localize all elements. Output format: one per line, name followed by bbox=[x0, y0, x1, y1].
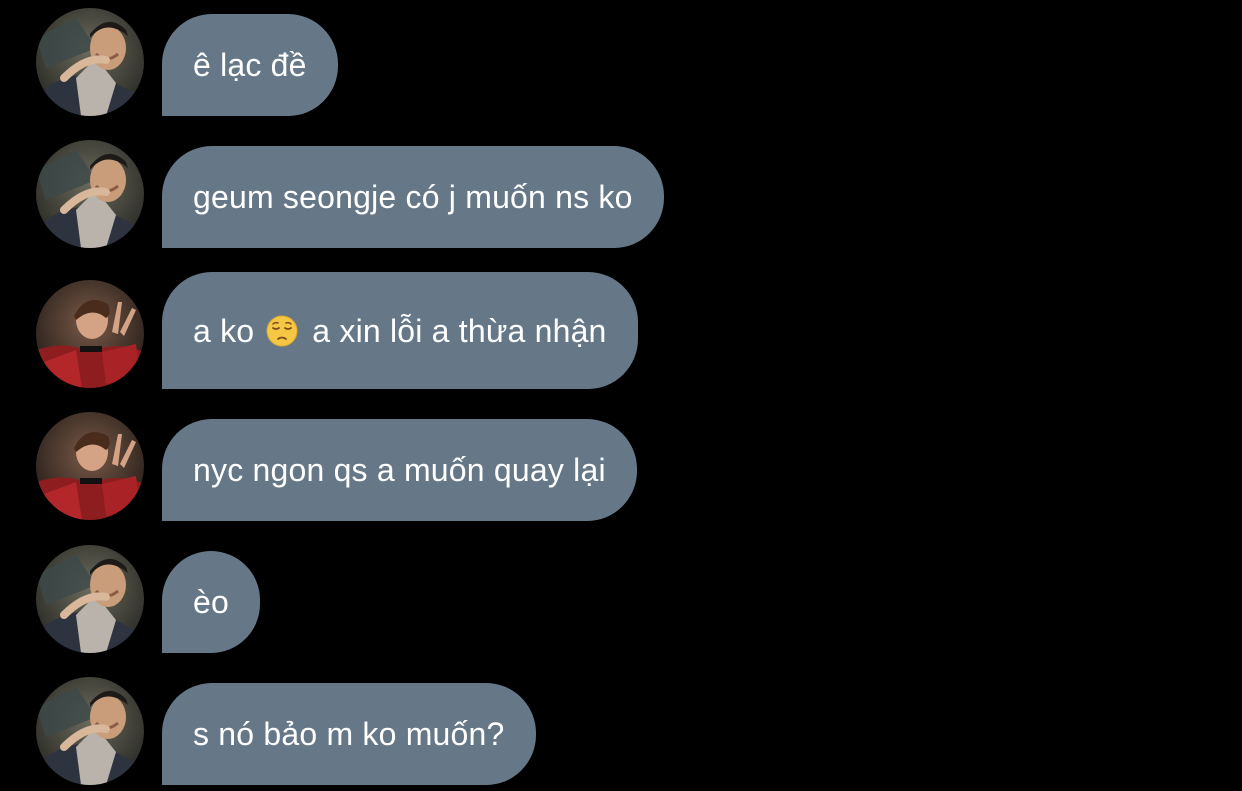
message-bubble[interactable]: nyc ngon qs a muốn quay lại bbox=[162, 419, 637, 521]
message-text-before: a ko bbox=[193, 312, 255, 349]
message-text: s nó bảo m ko muốn? bbox=[193, 716, 505, 752]
avatar[interactable] bbox=[36, 545, 144, 653]
message-bubble[interactable]: èo bbox=[162, 551, 260, 653]
avatar[interactable] bbox=[36, 280, 144, 388]
avatar[interactable] bbox=[36, 140, 144, 248]
message-bubble[interactable]: ê lạc đề bbox=[162, 14, 338, 116]
message-text-after: a xin lỗi a thừa nhận bbox=[312, 312, 607, 349]
avatar[interactable] bbox=[36, 8, 144, 116]
avatar[interactable] bbox=[36, 412, 144, 520]
message-text: ê lạc đề bbox=[193, 47, 307, 83]
message-bubble[interactable]: s nó bảo m ko muốn? bbox=[162, 683, 536, 785]
message-text: geum seongje có j muốn ns ko bbox=[193, 179, 633, 215]
message-bubble[interactable]: a ko a xin lỗi a thừa nhận bbox=[162, 272, 638, 389]
avatar[interactable] bbox=[36, 677, 144, 785]
message-text: nyc ngon qs a muốn quay lại bbox=[193, 452, 606, 488]
message-bubble[interactable]: geum seongje có j muốn ns ko bbox=[162, 146, 664, 248]
message-text: èo bbox=[193, 584, 229, 620]
pensive-face-icon bbox=[266, 315, 298, 347]
